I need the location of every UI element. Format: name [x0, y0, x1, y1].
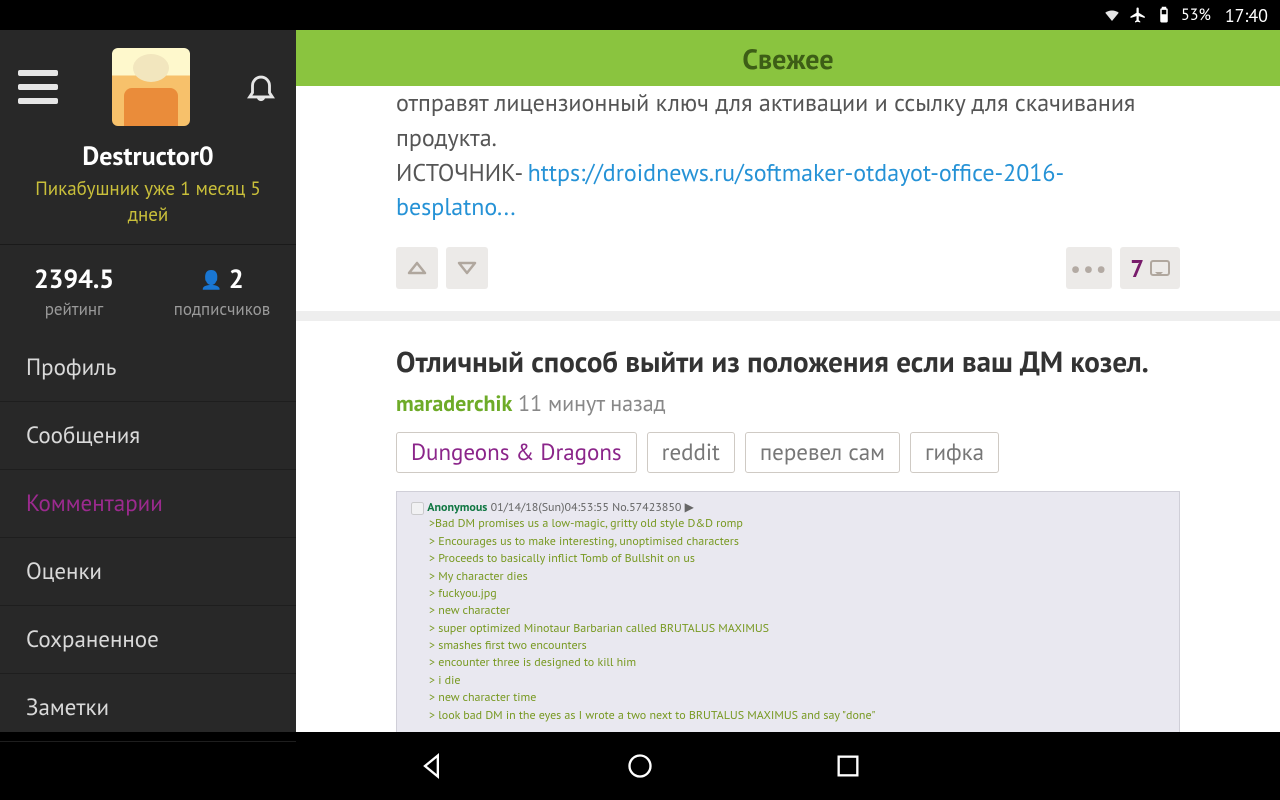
sidebar-item-profile[interactable]: Профиль: [0, 334, 296, 402]
subscribers-stat[interactable]: 👤2 подписчиков: [148, 263, 296, 320]
sidebar-item-saved[interactable]: Сохраненное: [0, 606, 296, 674]
sidebar-item-messages[interactable]: Сообщения: [0, 402, 296, 470]
user-stats: 2394.5 рейтинг 👤2 подписчиков: [0, 244, 296, 334]
user-status: Пикабушник уже 1 месяц 5 дней: [0, 173, 296, 244]
sidebar-item-comments[interactable]: Комментарии: [0, 470, 296, 538]
downvote-button[interactable]: [446, 247, 488, 289]
more-button[interactable]: •••: [1066, 247, 1112, 289]
tag[interactable]: перевел сам: [745, 432, 900, 473]
post-title[interactable]: Отличный способ выйти из положения если …: [396, 343, 1180, 382]
tag[interactable]: Dungeons & Dragons: [396, 432, 637, 473]
post-time: 11 минут назад: [518, 390, 665, 418]
upvote-button[interactable]: [396, 247, 438, 289]
rating-stat[interactable]: 2394.5 рейтинг: [0, 263, 148, 320]
home-button[interactable]: [626, 752, 654, 780]
battery-percent: 53%: [1181, 5, 1211, 25]
android-statusbar: 53% 17:40: [0, 0, 1280, 30]
tag[interactable]: гифка: [910, 432, 999, 473]
tag[interactable]: reddit: [647, 432, 735, 473]
header-bar[interactable]: Свежее: [296, 30, 1280, 86]
avatar[interactable]: [112, 48, 190, 126]
post-meta: maraderchik 11 минут назад: [396, 390, 1180, 418]
wifi-icon: [1103, 6, 1121, 24]
menu-icon[interactable]: [18, 70, 58, 104]
clock: 17:40: [1225, 4, 1268, 27]
page-title: Свежее: [742, 40, 833, 77]
back-button[interactable]: [418, 752, 446, 780]
post-tags: Dungeons & Dragons reddit перевел сам ги…: [396, 432, 1180, 473]
post-text: отправят лицензионный ключ для активации…: [396, 86, 1180, 225]
post-image[interactable]: Anonymous 01/14/18(Sun)04:53:55 No.57423…: [396, 491, 1180, 732]
comments-button[interactable]: 7: [1120, 247, 1180, 289]
airplane-icon: [1129, 6, 1147, 24]
username[interactable]: Destructor0: [0, 140, 296, 173]
battery-icon: [1155, 6, 1173, 24]
notifications-icon[interactable]: [244, 70, 278, 104]
content-area: Свежее отправят лицензионный ключ для ак…: [296, 30, 1280, 732]
sidebar-item-notes[interactable]: Заметки: [0, 674, 296, 742]
sidebar-item-ratings[interactable]: Оценки: [0, 538, 296, 606]
sidebar: Destructor0 Пикабушник уже 1 месяц 5 дне…: [0, 30, 296, 732]
post-card: отправят лицензионный ключ для активации…: [296, 86, 1280, 311]
post-author[interactable]: maraderchik: [396, 390, 512, 418]
post-card: Отличный способ выйти из положения если …: [296, 321, 1280, 732]
comment-icon: [1150, 260, 1170, 276]
sidebar-menu: Профиль Сообщения Комментарии Оценки Сох…: [0, 334, 296, 742]
recent-button[interactable]: [834, 752, 862, 780]
person-icon: 👤: [200, 268, 222, 291]
